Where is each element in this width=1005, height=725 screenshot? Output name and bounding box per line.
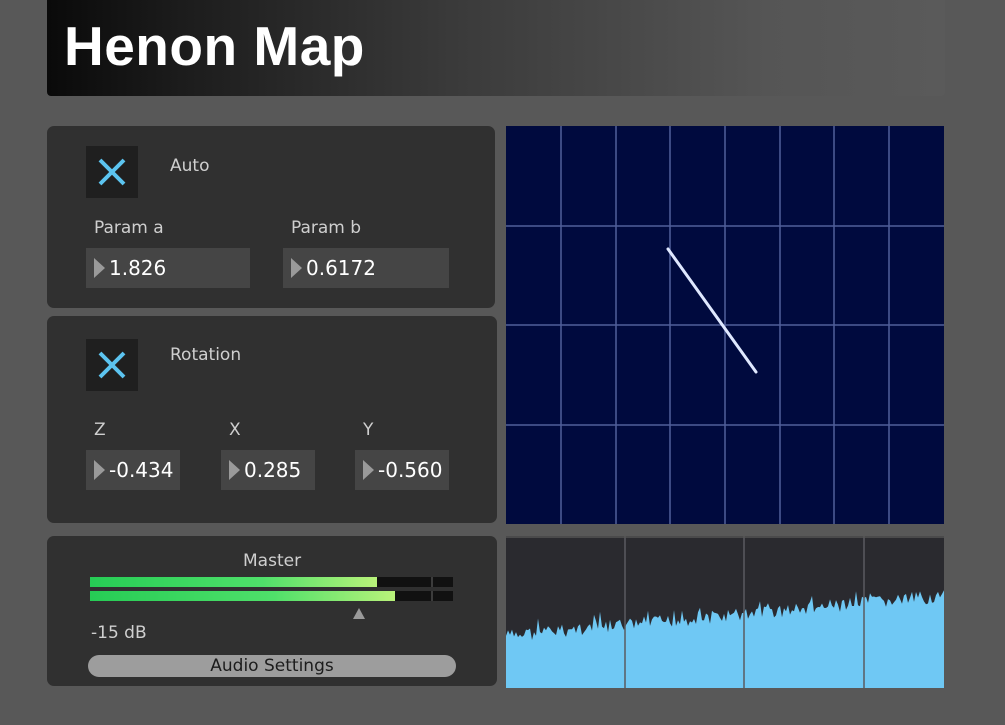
meter-segment bbox=[431, 577, 433, 587]
master-label: Master bbox=[243, 551, 302, 571]
play-triangle-icon bbox=[229, 460, 240, 480]
z-label: Z bbox=[94, 420, 106, 440]
x-label: X bbox=[229, 420, 241, 440]
spectrum-display bbox=[506, 536, 944, 688]
param-b-value: 0.6172 bbox=[306, 256, 376, 280]
gain-value: -15 dB bbox=[91, 623, 147, 643]
close-x-icon bbox=[98, 158, 126, 186]
param-a-input[interactable]: 1.826 bbox=[86, 248, 250, 288]
spectrum-fill bbox=[506, 590, 944, 688]
y-input[interactable]: -0.560 bbox=[355, 450, 449, 490]
auto-toggle[interactable] bbox=[86, 146, 138, 198]
param-b-label: Param b bbox=[291, 218, 362, 238]
meter-left-fill bbox=[90, 577, 377, 587]
meter-right-fill bbox=[90, 591, 395, 601]
master-panel: Master -15 dB Audio Settings bbox=[47, 536, 497, 686]
meter-left bbox=[90, 577, 453, 587]
y-value: -0.560 bbox=[378, 458, 443, 482]
param-b-input[interactable]: 0.6172 bbox=[283, 248, 449, 288]
attractor-trace bbox=[666, 247, 758, 374]
scope-canvas bbox=[506, 126, 944, 524]
henon-scope-display bbox=[506, 126, 944, 524]
gain-slider-thumb-icon[interactable] bbox=[352, 607, 366, 620]
param-a-value: 1.826 bbox=[109, 256, 167, 280]
z-value: -0.434 bbox=[109, 458, 174, 482]
title-bar: Henon Map bbox=[47, 0, 945, 96]
meter-right bbox=[90, 591, 453, 601]
meter-segment bbox=[431, 591, 433, 601]
play-triangle-icon bbox=[94, 460, 105, 480]
close-x-icon bbox=[98, 351, 126, 379]
auto-panel: Auto Param a 1.826 Param b 0.6172 bbox=[47, 126, 495, 308]
rotation-toggle[interactable] bbox=[86, 339, 138, 391]
app-title: Henon Map bbox=[64, 15, 365, 77]
rotation-panel: Rotation Z -0.434 X 0.285 Y -0.560 bbox=[47, 316, 497, 523]
rotation-label: Rotation bbox=[170, 345, 242, 365]
play-triangle-icon bbox=[363, 460, 374, 480]
x-input[interactable]: 0.285 bbox=[221, 450, 315, 490]
z-input[interactable]: -0.434 bbox=[86, 450, 180, 490]
x-value: 0.285 bbox=[244, 458, 302, 482]
auto-label: Auto bbox=[170, 156, 210, 176]
param-a-label: Param a bbox=[94, 218, 164, 238]
play-triangle-icon bbox=[94, 258, 105, 278]
spectrum-canvas bbox=[506, 536, 944, 688]
play-triangle-icon bbox=[291, 258, 302, 278]
audio-settings-button[interactable]: Audio Settings bbox=[88, 655, 456, 677]
y-label: Y bbox=[363, 420, 374, 440]
